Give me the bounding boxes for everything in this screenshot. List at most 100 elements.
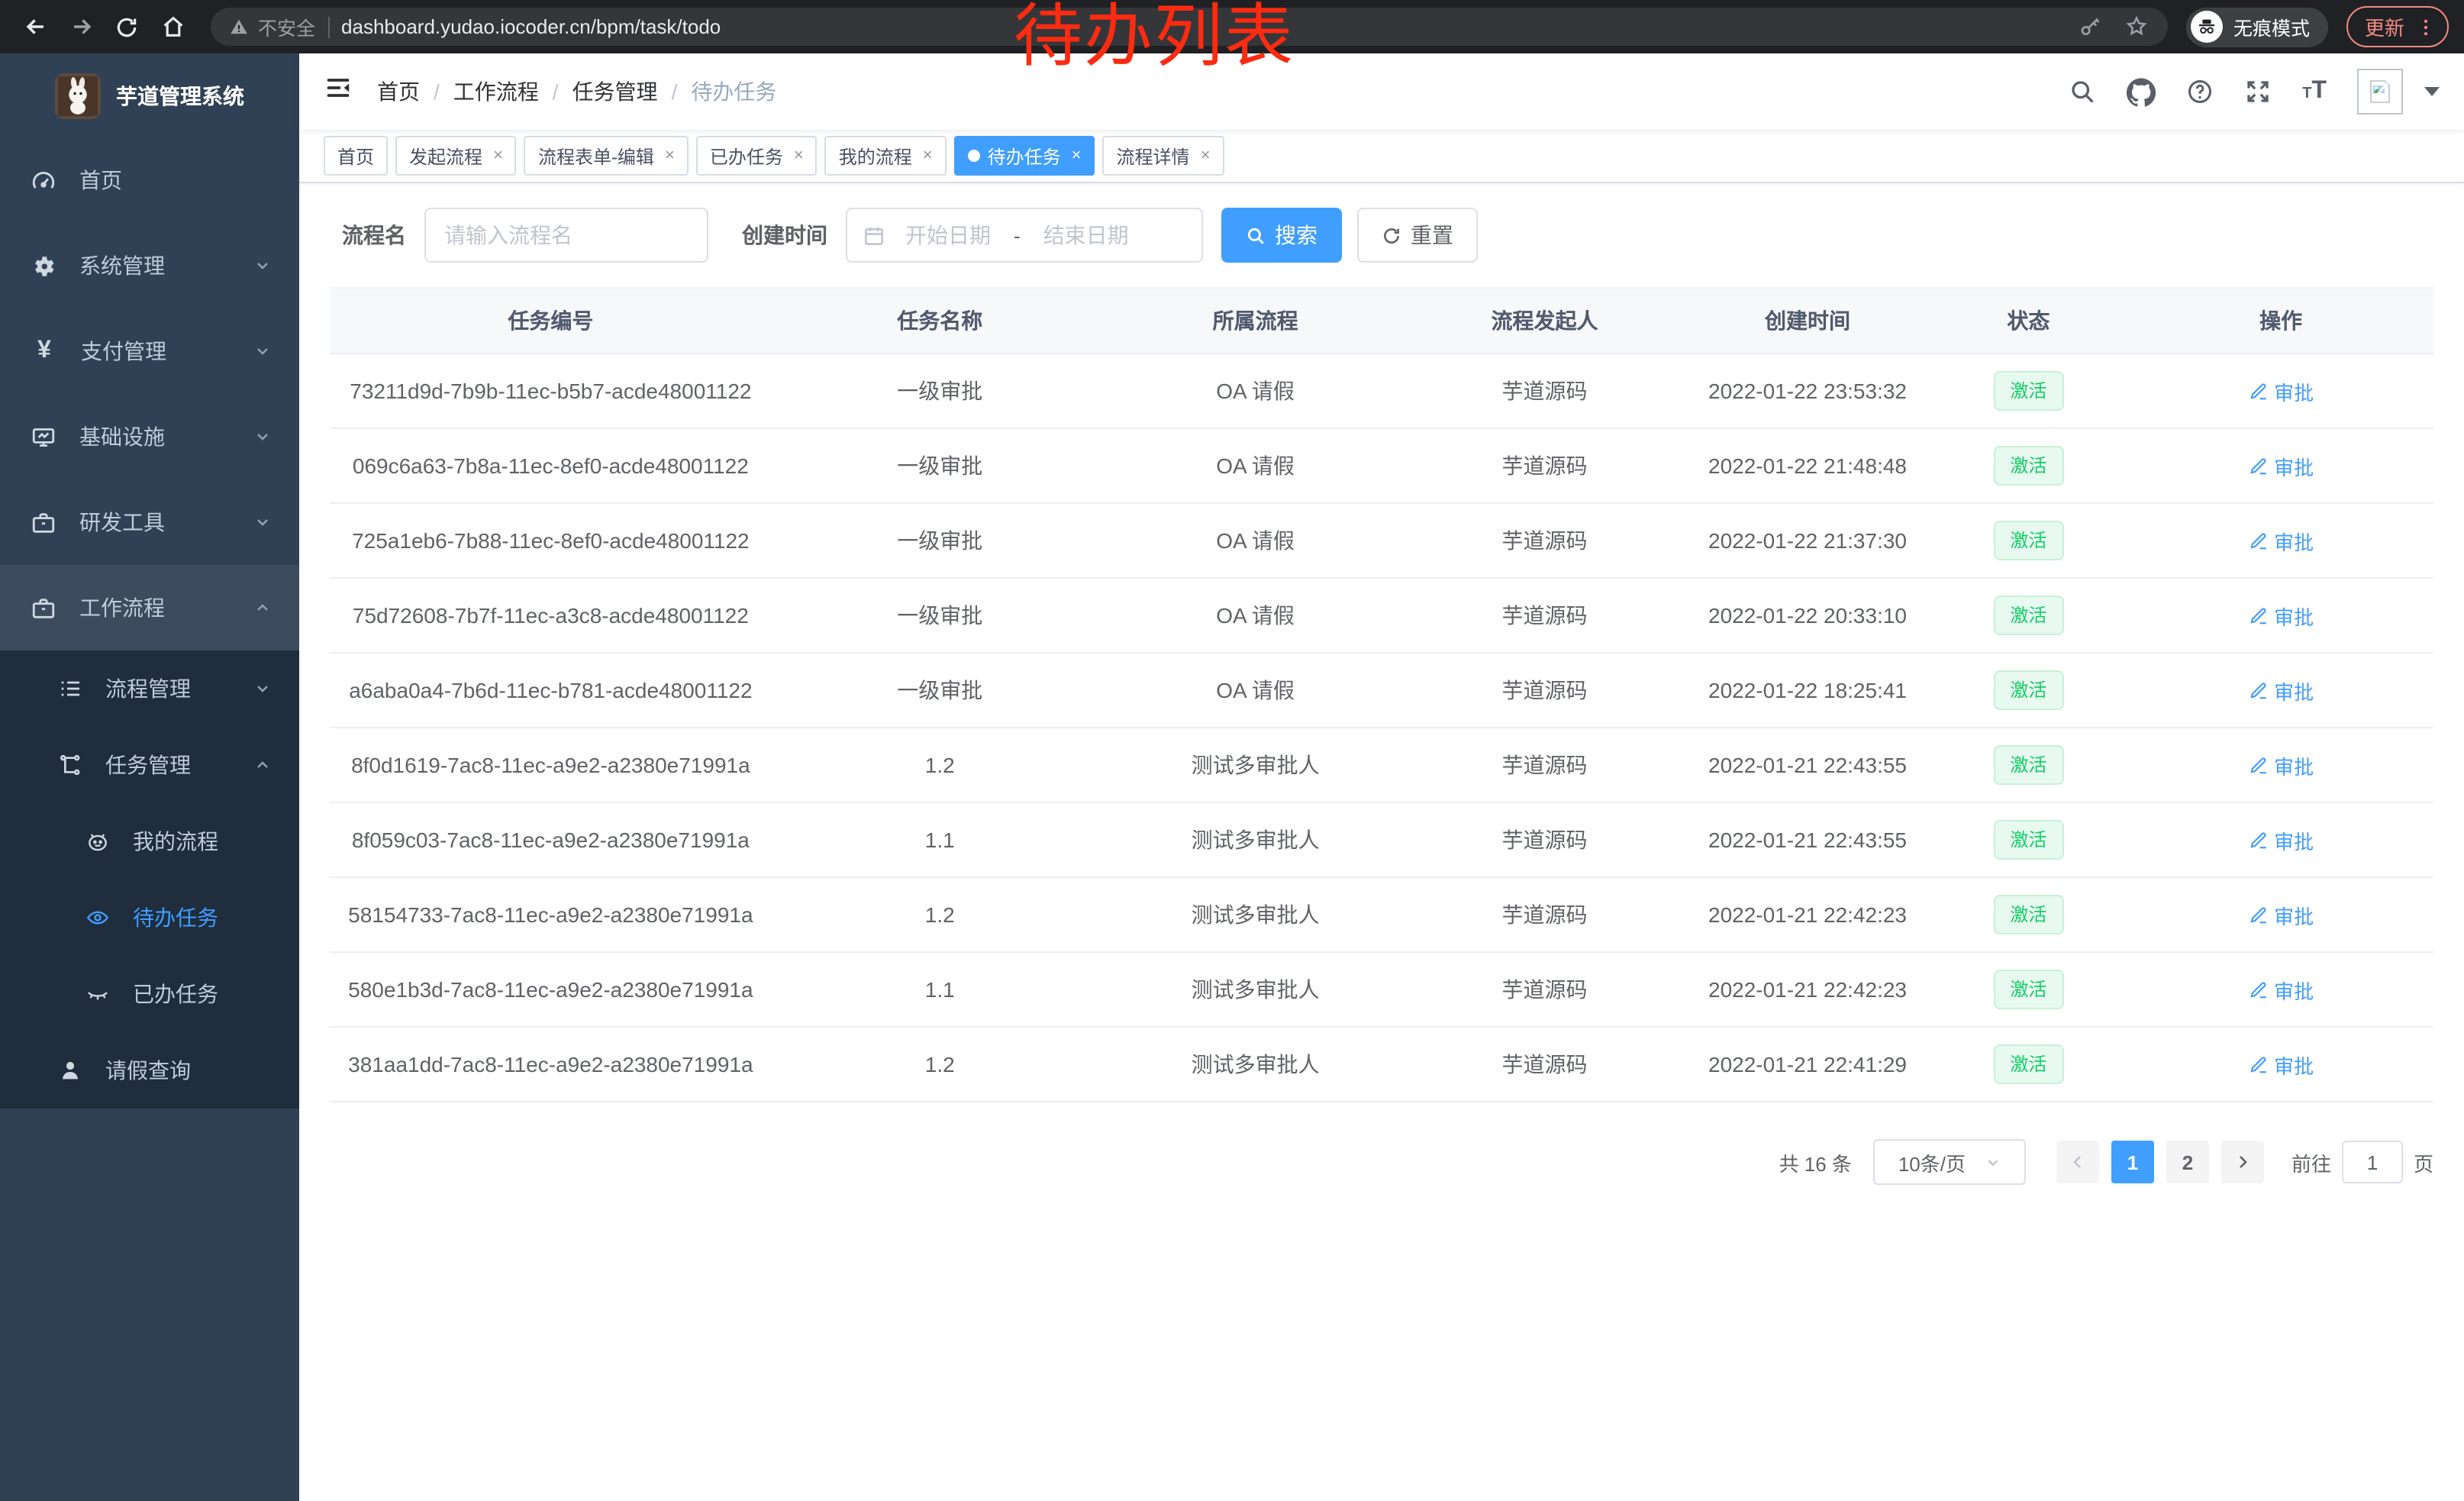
tag-my-process[interactable]: 我的流程×	[825, 136, 947, 176]
cell-task-id: 069c6a63-7b8a-11ec-8ef0-acde48001122	[330, 428, 772, 503]
browser-home-button[interactable]	[153, 7, 192, 47]
approve-link[interactable]: 审批	[2248, 676, 2314, 705]
address-bar[interactable]: 不安全 dashboard.yudao.iocoder.cn/bpm/task/…	[211, 8, 2168, 46]
goto-page-input[interactable]	[2342, 1141, 2403, 1183]
close-icon[interactable]: ×	[794, 147, 804, 164]
tag-start-process[interactable]: 发起流程×	[395, 136, 517, 176]
breadcrumb-workflow[interactable]: 工作流程	[453, 76, 539, 107]
sidebar-item-label: 我的流程	[133, 826, 218, 857]
status-badge: 激活	[1993, 371, 2063, 411]
close-icon[interactable]: ×	[665, 147, 675, 164]
cell-action: 审批	[2128, 353, 2433, 428]
github-icon[interactable]	[2127, 77, 2156, 106]
status-badge: 激活	[1993, 596, 2063, 635]
kebab-menu-icon[interactable]	[2415, 16, 2437, 37]
prev-page-button[interactable]	[2056, 1141, 2099, 1183]
approve-link[interactable]: 审批	[2248, 900, 2314, 929]
end-date-input[interactable]	[1027, 221, 1146, 249]
browser-back-button[interactable]	[15, 7, 55, 47]
search-button-label: 搜索	[1275, 220, 1317, 250]
user-avatar[interactable]	[2357, 69, 2403, 115]
sidebar-item-todo-tasks[interactable]: 待办任务	[0, 880, 299, 956]
sidebar-item-workflow[interactable]: 工作流程	[0, 565, 299, 650]
search-button[interactable]: 搜索	[1221, 208, 1342, 263]
browser-update-button[interactable]: 更新	[2346, 6, 2449, 47]
process-name-input[interactable]	[424, 208, 708, 263]
edit-icon	[2248, 1054, 2268, 1074]
cell-task-name: 一级审批	[772, 353, 1108, 428]
dashboard-icon	[31, 167, 56, 193]
bookmark-star-icon[interactable]	[2124, 14, 2150, 40]
approve-link[interactable]: 审批	[2248, 1050, 2314, 1079]
tag-process-detail[interactable]: 流程详情×	[1103, 136, 1224, 176]
approve-link[interactable]: 审批	[2248, 750, 2314, 780]
close-icon[interactable]: ×	[1201, 147, 1211, 164]
breadcrumb-task-mgmt[interactable]: 任务管理	[572, 76, 658, 107]
sidebar-item-leave-query[interactable]: 请假查询	[0, 1032, 299, 1109]
refresh-icon	[1382, 225, 1401, 245]
update-label: 更新	[2365, 12, 2404, 41]
goto-unit: 页	[2414, 1148, 2433, 1177]
cell-status: 激活	[1928, 578, 2128, 653]
tree-icon	[58, 753, 82, 777]
font-size-icon[interactable]: TT	[2302, 78, 2327, 105]
key-icon[interactable]	[2078, 15, 2102, 39]
sidebar-item-payment[interactable]: ¥ 支付管理	[0, 308, 299, 394]
sidebar-item-label: 已办任务	[133, 979, 218, 1009]
tag-form-edit[interactable]: 流程表单-编辑 ×	[524, 136, 689, 176]
sidebar-item-label: 基础设施	[79, 421, 165, 452]
avatar-caret-icon[interactable]	[2424, 87, 2440, 96]
help-icon[interactable]	[2186, 78, 2214, 105]
cell-task-id: 8f0d1619-7ac8-11ec-a9e2-a2380e71991a	[330, 728, 772, 802]
process-name-label: 流程名	[342, 220, 406, 250]
reset-button[interactable]: 重置	[1357, 208, 1478, 263]
tag-done-tasks[interactable]: 已办任务×	[696, 136, 818, 176]
security-status[interactable]: 不安全	[229, 12, 315, 41]
search-icon[interactable]	[2069, 78, 2096, 105]
page-2-button[interactable]: 2	[2166, 1141, 2209, 1183]
approve-link[interactable]: 审批	[2248, 825, 2314, 854]
cell-action: 审批	[2128, 1027, 2433, 1102]
approve-link[interactable]: 审批	[2248, 526, 2314, 555]
cell-task-id: 725a1eb6-7b88-11ec-8ef0-acde48001122	[330, 503, 772, 578]
edit-icon	[2248, 755, 2268, 775]
sidebar-collapse-button[interactable]	[324, 73, 353, 110]
browser-forward-button[interactable]	[61, 7, 101, 47]
sidebar-item-infra[interactable]: 基础设施	[0, 394, 299, 479]
cell-process: 测试多审批人	[1108, 877, 1403, 952]
browser-reload-button[interactable]	[107, 7, 147, 47]
cell-process: OA 请假	[1108, 578, 1403, 653]
breadcrumb-home[interactable]: 首页	[377, 76, 420, 107]
sidebar-item-my-process[interactable]: 我的流程	[0, 803, 299, 880]
close-icon[interactable]: ×	[923, 147, 933, 164]
date-range-picker[interactable]: -	[846, 208, 1203, 263]
close-icon[interactable]: ×	[1072, 147, 1082, 164]
cell-process: 测试多审批人	[1108, 1027, 1403, 1102]
start-date-input[interactable]	[889, 221, 1008, 249]
approve-link[interactable]: 审批	[2248, 975, 2314, 1004]
approve-label: 审批	[2274, 601, 2314, 630]
tag-label: 流程表单-编辑	[538, 143, 654, 169]
fullscreen-icon[interactable]	[2244, 78, 2272, 105]
cell-starter: 芋道源码	[1403, 428, 1687, 503]
sidebar-item-system[interactable]: 系统管理	[0, 223, 299, 308]
tag-home[interactable]: 首页	[324, 136, 388, 176]
sidebar-item-done-tasks[interactable]: 已办任务	[0, 956, 299, 1032]
sidebar-item-task-mgmt[interactable]: 任务管理	[0, 727, 299, 803]
approve-link[interactable]: 审批	[2248, 601, 2314, 630]
page-1-button[interactable]: 1	[2111, 1141, 2154, 1183]
navbar: 首页 / 工作流程 / 任务管理 / 待办任务 TT	[299, 53, 2464, 130]
app-frame: 芋道管理系统 首页 系统管理 ¥ 支付管理 基础设施	[0, 53, 2464, 1501]
approve-link[interactable]: 审批	[2248, 451, 2314, 480]
tag-todo-tasks[interactable]: 待办任务×	[954, 136, 1095, 176]
sidebar-item-label: 请假查询	[105, 1055, 191, 1086]
sidebar-item-devtools[interactable]: 研发工具	[0, 479, 299, 565]
cell-starter: 芋道源码	[1403, 952, 1687, 1027]
approve-link[interactable]: 审批	[2248, 376, 2314, 405]
sidebar-item-process-mgmt[interactable]: 流程管理	[0, 650, 299, 727]
next-page-button[interactable]	[2221, 1141, 2264, 1183]
sidebar-item-home[interactable]: 首页	[0, 137, 299, 223]
url-text[interactable]: dashboard.yudao.iocoder.cn/bpm/task/todo	[341, 15, 2066, 38]
page-size-select[interactable]: 10条/页	[1873, 1139, 2026, 1185]
close-icon[interactable]: ×	[493, 147, 503, 164]
